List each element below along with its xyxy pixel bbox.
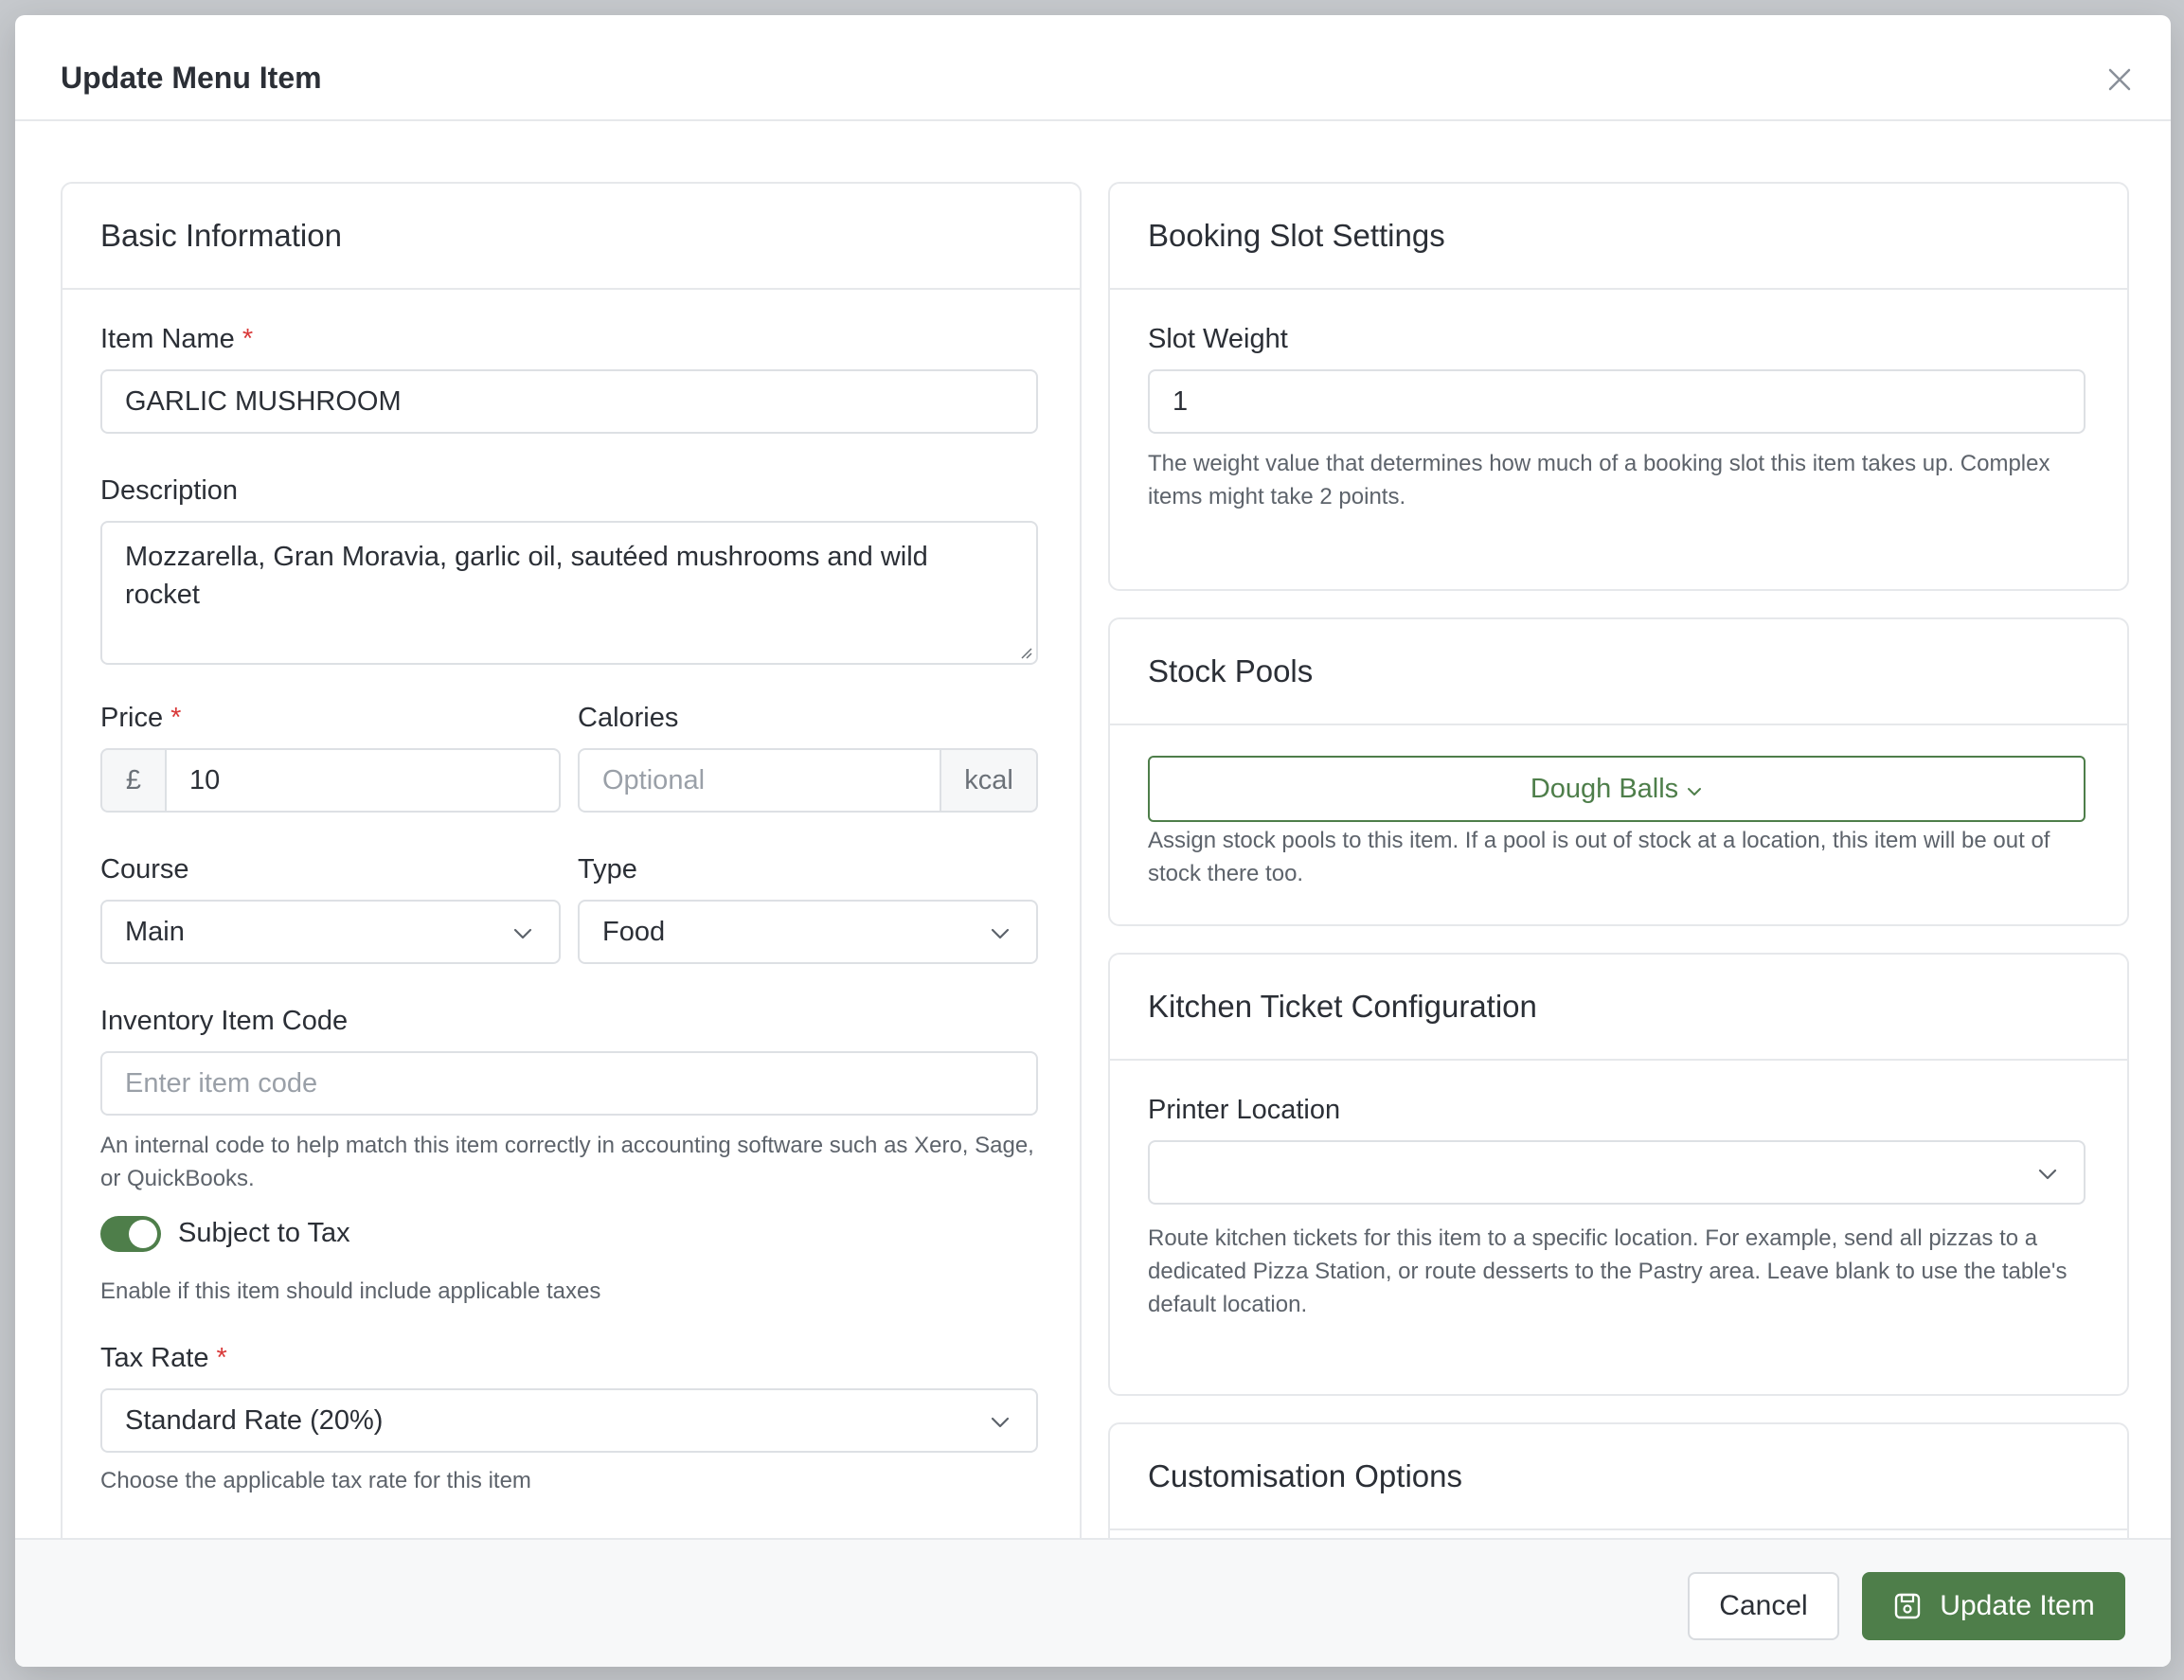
subject-to-tax-toggle[interactable] (100, 1216, 161, 1252)
description-label: Description (100, 475, 239, 506)
calories-label: Calories (578, 703, 679, 733)
stock-pool-dropdown-button[interactable]: Dough Balls (1148, 756, 2086, 822)
price-currency-addon: £ (100, 748, 167, 813)
item-name-label: Item Name * (100, 324, 254, 354)
printer-location-select[interactable] (1148, 1140, 2086, 1205)
kitchen-ticket-card: Kitchen Ticket Configuration Printer Loc… (1108, 953, 2129, 1396)
update-item-label: Update Item (1940, 1590, 2095, 1621)
printer-location-help: Route kitchen tickets for this item to a… (1148, 1225, 2068, 1317)
customisation-options-card: Customisation Options (1108, 1422, 2129, 1540)
cancel-button[interactable]: Cancel (1688, 1572, 1839, 1640)
tax-rate-select[interactable]: Standard Rate (20%) (100, 1388, 1038, 1453)
booking-slot-card: Booking Slot Settings Slot Weight 1 The … (1108, 182, 2129, 591)
price-label: Price * (100, 703, 182, 733)
description-textarea[interactable]: Mozzarella, Gran Moravia, garlic oil, sa… (100, 521, 1038, 665)
chevron-down-icon (513, 928, 532, 939)
save-icon (1895, 1593, 1921, 1619)
chevron-down-icon (2038, 1169, 2057, 1180)
course-label: Course (100, 854, 189, 885)
kitchen-ticket-title: Kitchen Ticket Configuration (1110, 955, 2127, 1061)
modal-title: Update Menu Item (61, 61, 322, 95)
inventory-code-help: An internal code to help match this item… (100, 1133, 1034, 1191)
update-menu-item-modal: Update Menu Item Basic Information Item … (15, 15, 2171, 1667)
chevron-down-icon (1688, 788, 1702, 795)
subject-to-tax-label: Subject to Tax (178, 1218, 350, 1248)
modal-header: Update Menu Item (15, 15, 2171, 121)
toggle-knob (129, 1220, 157, 1248)
modal-footer: Cancel Update Item (15, 1538, 2171, 1667)
calories-unit-addon: kcal (940, 748, 1038, 813)
booking-slot-title: Booking Slot Settings (1110, 184, 2127, 290)
type-label: Type (578, 854, 637, 885)
update-item-button[interactable]: Update Item (1862, 1572, 2125, 1640)
inventory-code-input[interactable]: Enter item code (100, 1051, 1038, 1116)
slot-weight-help: The weight value that determines how muc… (1148, 451, 2050, 509)
slot-weight-label: Slot Weight (1148, 324, 1288, 354)
subject-to-tax-help: Enable if this item should include appli… (100, 1278, 601, 1304)
stock-pools-title: Stock Pools (1110, 619, 2127, 725)
modal-body: Basic Information Item Name * GARLIC MUSH… (15, 121, 2171, 1540)
stock-pools-card: Stock Pools Dough Balls Assign stock poo… (1108, 617, 2129, 926)
stock-pools-help: Assign stock pools to this item. If a po… (1148, 828, 2050, 886)
basic-information-title: Basic Information (63, 184, 1080, 290)
tax-rate-label: Tax Rate * (100, 1343, 227, 1373)
close-icon[interactable] (2104, 64, 2135, 95)
course-select[interactable]: Main (100, 900, 561, 964)
chevron-down-icon (991, 1417, 1010, 1428)
calories-input[interactable]: Optional (578, 748, 941, 813)
customisation-options-title: Customisation Options (1110, 1424, 2127, 1530)
tax-rate-help: Choose the applicable tax rate for this … (100, 1468, 531, 1493)
basic-information-card: Basic Information Item Name * GARLIC MUSH… (61, 182, 1082, 1540)
price-input[interactable]: 10 (165, 748, 561, 813)
inventory-code-label: Inventory Item Code (100, 1006, 349, 1036)
slot-weight-input[interactable]: 1 (1148, 369, 2086, 434)
chevron-down-icon (991, 928, 1010, 939)
printer-location-label: Printer Location (1148, 1095, 1341, 1125)
item-name-input[interactable]: GARLIC MUSHROOM (100, 369, 1038, 434)
type-select[interactable]: Food (578, 900, 1038, 964)
resize-handle-icon[interactable] (1017, 644, 1032, 659)
